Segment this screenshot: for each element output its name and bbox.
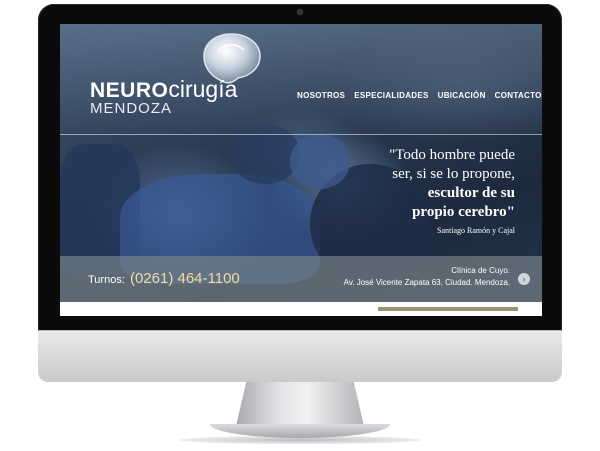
clinic-street: Av. José Vicente Zapata 63. Ciudad. Mend… — [343, 278, 510, 287]
monitor-chin — [38, 330, 562, 382]
quote-line: "Todo hombre puede — [389, 147, 515, 163]
nav-item-ubicacion[interactable]: UBICACIÓN — [438, 91, 486, 100]
nav-item-especialidades[interactable]: ESPECIALIDADES — [354, 91, 428, 100]
quote-author: Santiago Ramón y Cajal — [437, 226, 515, 235]
quote-line-bold: escultor de su — [427, 185, 515, 201]
hero-quote: "Todo hombre puede ser, si se lo propone… — [315, 146, 515, 235]
header-divider — [60, 134, 542, 135]
quote-line: ser, si se lo propone, — [392, 166, 515, 182]
chevron-right-icon[interactable]: › — [518, 273, 530, 285]
phone-number[interactable]: (0261) 464-1100 — [130, 270, 240, 287]
clinic-name: Clínica de Cuyo. — [451, 266, 510, 275]
site-logo[interactable]: NEUROcirugía MENDOZA — [90, 76, 238, 117]
clinic-address: Clínica de Cuyo. Av. José Vicente Zapata… — [344, 265, 510, 289]
monitor-mockup: NEUROcirugía MENDOZA NOSOTROS ESPECIALID… — [0, 0, 600, 451]
nav-item-contacto[interactable]: CONTACTO — [495, 91, 542, 100]
logo-neuro: NEURO — [90, 79, 169, 102]
gold-accent-bar — [378, 307, 518, 311]
logo-cirugia: cirugía — [168, 76, 238, 102]
camera-icon — [297, 9, 303, 15]
main-nav: NOSOTROS ESPECIALIDADES UBICACIÓN CONTAC… — [297, 91, 542, 100]
contact-bar: Turnos: (0261) 464-1100 Clínica de Cuyo.… — [60, 256, 542, 302]
turnos-info: Turnos: (0261) 464-1100 — [88, 270, 240, 287]
turnos-label: Turnos: — [88, 274, 125, 286]
monitor-stand — [236, 382, 364, 426]
quote-line-bold: propio cerebro" — [412, 204, 515, 220]
nav-item-nosotros[interactable]: NOSOTROS — [297, 91, 345, 100]
logo-city: MENDOZA — [90, 100, 172, 117]
website-screen: NEUROcirugía MENDOZA NOSOTROS ESPECIALID… — [60, 24, 542, 316]
